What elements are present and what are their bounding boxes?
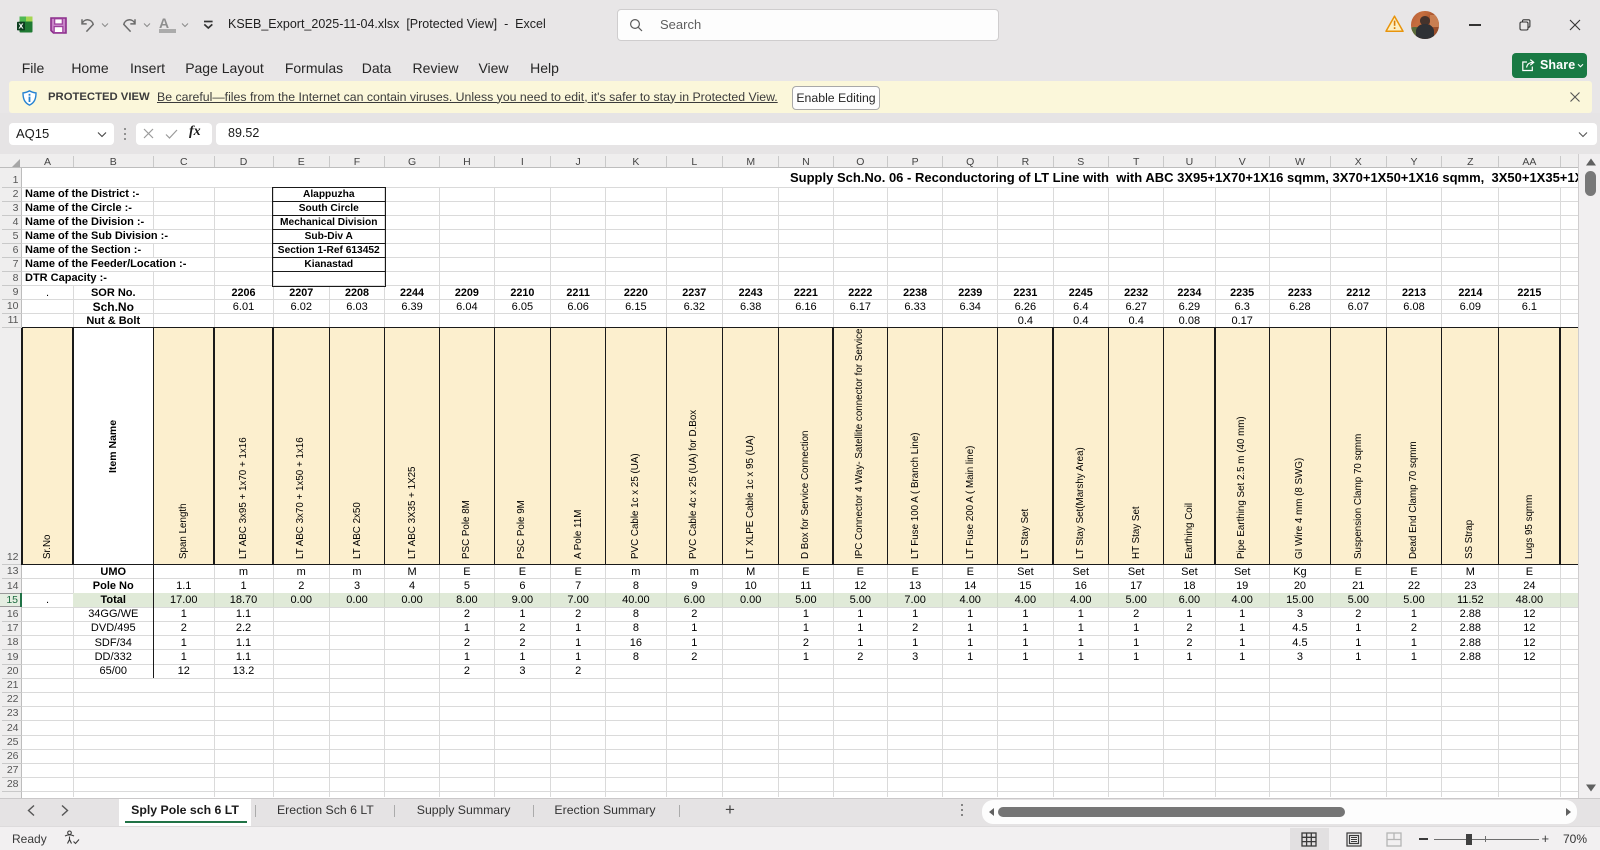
svg-text:x: x [18, 20, 23, 30]
